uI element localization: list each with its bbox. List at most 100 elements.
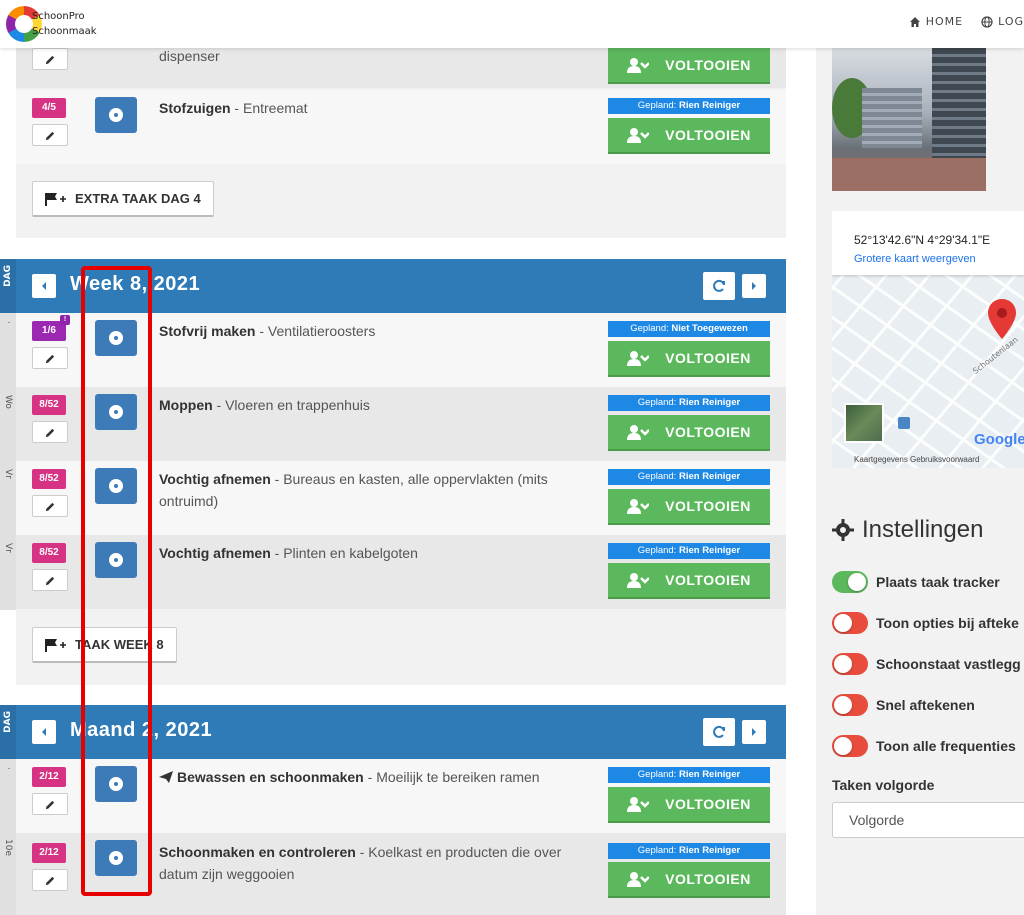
nav-home-link[interactable]: HOME [909, 15, 963, 28]
chevron-left-icon [42, 282, 46, 290]
planned-label: Gepland: Rien Reiniger [608, 543, 770, 559]
flag-plus-icon [45, 638, 66, 652]
track-button[interactable] [95, 97, 137, 133]
voltooien-button[interactable]: VOLTOOIEN [608, 862, 770, 898]
voltooien-button[interactable]: VOLTOOIEN [608, 489, 770, 525]
edit-button[interactable] [32, 869, 68, 891]
nav-login-link[interactable]: LOG [981, 15, 1024, 28]
chevron-right-icon [752, 282, 756, 290]
frequency-badge: 8/52 [32, 395, 66, 415]
refresh-button[interactable] [703, 272, 735, 300]
toggle-switch[interactable] [832, 571, 868, 593]
planned-label: Gepland: Rien Reiniger [608, 767, 770, 783]
month-card: 2/12 Bewassen en schoonmaken - Moeilijk … [16, 759, 786, 915]
task-list-column: dispenser VOLTOOIEN 4/5 Stofzuigen - Ent… [0, 0, 786, 915]
table-row: 4/5 Stofzuigen - Entreemat Gepland: Rien… [16, 90, 786, 164]
week-header: DAG Week 8, 2021 [0, 259, 786, 313]
track-button[interactable] [95, 320, 137, 356]
refresh-button[interactable] [703, 718, 735, 746]
toggle-show-all-frequencies[interactable]: Toon alle frequenties [832, 735, 1016, 757]
edit-button[interactable] [32, 124, 68, 146]
map-pin-icon[interactable] [988, 299, 1016, 339]
larger-map-link[interactable]: Grotere kaart weergeven [854, 253, 976, 265]
week-title: Week 8, 2021 [70, 273, 201, 295]
table-row: 8/52 Vochtig afnemen - Bureaus en kasten… [16, 461, 786, 535]
voltooien-button[interactable]: VOLTOOIEN [608, 787, 770, 823]
task-order-select[interactable]: Volgorde [832, 802, 1024, 838]
track-button[interactable] [95, 394, 137, 430]
task-description: Bewassen en schoonmaken - Moeilijk te be… [159, 766, 579, 788]
edit-button[interactable] [32, 347, 68, 369]
toggle-switch[interactable] [832, 694, 868, 716]
brand-line2: Schoonmaak [32, 26, 97, 37]
frequency-badge: 4/5 [32, 98, 66, 118]
table-row: 8/52 Moppen - Vloeren en trappenhuis Gep… [16, 387, 786, 461]
dag-label: DAG [3, 711, 13, 733]
edit-button[interactable] [32, 421, 68, 443]
planned-label: Gepland: Niet Toegewezen [608, 321, 770, 337]
pencil-icon [45, 576, 54, 585]
extra-task-day-button[interactable]: EXTRA TAAK DAG 4 [32, 181, 214, 217]
frequency-badge: 2/12 [32, 767, 66, 787]
month-header: DAG Maand 2, 2021 [0, 705, 786, 759]
record-icon [109, 553, 123, 567]
task-description: dispenser [159, 48, 220, 64]
track-button[interactable] [95, 468, 137, 504]
planned-label: Gepland: Rien Reiniger [608, 843, 770, 859]
toggle-quick-signoff[interactable]: Snel aftekenen [832, 694, 975, 716]
flag-plus-icon [45, 192, 66, 206]
pencil-icon [45, 428, 54, 437]
voltooien-button[interactable]: VOLTOOIEN [608, 415, 770, 451]
refresh-icon [713, 279, 725, 292]
gear-icon [832, 519, 854, 541]
record-icon [109, 777, 123, 791]
edit-button[interactable] [32, 569, 68, 591]
pencil-icon [45, 131, 54, 140]
brand-logo[interactable]: SchoonPro Schoonmaak [6, 4, 126, 44]
prev-week-button[interactable] [32, 274, 56, 298]
voltooien-button[interactable]: VOLTOOIEN [608, 341, 770, 377]
location-sidebar: 52°13'42.6"N 4°29'34.1"E Grotere kaart w… [816, 48, 1024, 915]
voltooien-button[interactable]: VOLTOOIEN [608, 563, 770, 599]
voltooien-button[interactable]: VOLTOOIEN [608, 48, 770, 84]
page: SchoonPro Schoonmaak HOME LOG dispenser … [0, 0, 1024, 915]
table-row: 2/12 Schoonmaken en controleren - Koelka… [16, 833, 786, 915]
user-check-icon [627, 425, 650, 440]
satellite-toggle[interactable] [844, 403, 884, 443]
home-icon [909, 16, 920, 27]
chevron-left-icon [42, 728, 46, 736]
location-map[interactable]: 52°13'42.6"N 4°29'34.1"E Grotere kaart w… [832, 211, 1024, 468]
user-check-icon [627, 797, 650, 812]
table-row: 1/6! Stofvrij maken - Ventilatieroosters… [16, 313, 786, 387]
table-row: 8/52 Vochtig afnemen - Plinten en kabelg… [16, 535, 786, 609]
track-button[interactable] [95, 840, 137, 876]
dag-label: DAG [3, 265, 13, 287]
task-description: Stofzuigen - Entreemat [159, 100, 308, 116]
next-month-button[interactable] [742, 720, 766, 744]
toggle-options-on-signoff[interactable]: Toon opties bij afteke [832, 612, 1019, 634]
pencil-icon [45, 55, 54, 64]
map-footer[interactable]: Kaartgegevens Gebruiksvoorwaard [854, 455, 979, 464]
extra-task-week-button[interactable]: TAAK WEEK 8 [32, 627, 177, 663]
toggle-record-clean-state[interactable]: Schoonstaat vastlegg [832, 653, 1021, 675]
prev-month-button[interactable] [32, 720, 56, 744]
toggle-switch[interactable] [832, 735, 868, 757]
toggle-switch[interactable] [832, 653, 868, 675]
user-check-icon [627, 872, 650, 887]
edit-button[interactable] [32, 495, 68, 517]
month-title: Maand 2, 2021 [70, 719, 213, 741]
chevron-right-icon [752, 728, 756, 736]
track-button[interactable] [95, 542, 137, 578]
toggle-switch[interactable] [832, 612, 868, 634]
map-coordinates: 52°13'42.6"N 4°29'34.1"E [854, 233, 991, 247]
track-button[interactable] [95, 766, 137, 802]
top-navbar: SchoonPro Schoonmaak HOME LOG [0, 0, 1024, 48]
toggle-task-tracker[interactable]: Plaats taak tracker [832, 571, 1000, 593]
edit-button[interactable] [32, 48, 68, 70]
next-week-button[interactable] [742, 274, 766, 298]
edit-button[interactable] [32, 793, 68, 815]
planned-label: Gepland: Rien Reiniger [608, 469, 770, 485]
voltooien-button[interactable]: VOLTOOIEN [608, 118, 770, 154]
task-description: Vochtig afnemen - Plinten en kabelgoten [159, 545, 418, 561]
record-icon [109, 331, 123, 345]
